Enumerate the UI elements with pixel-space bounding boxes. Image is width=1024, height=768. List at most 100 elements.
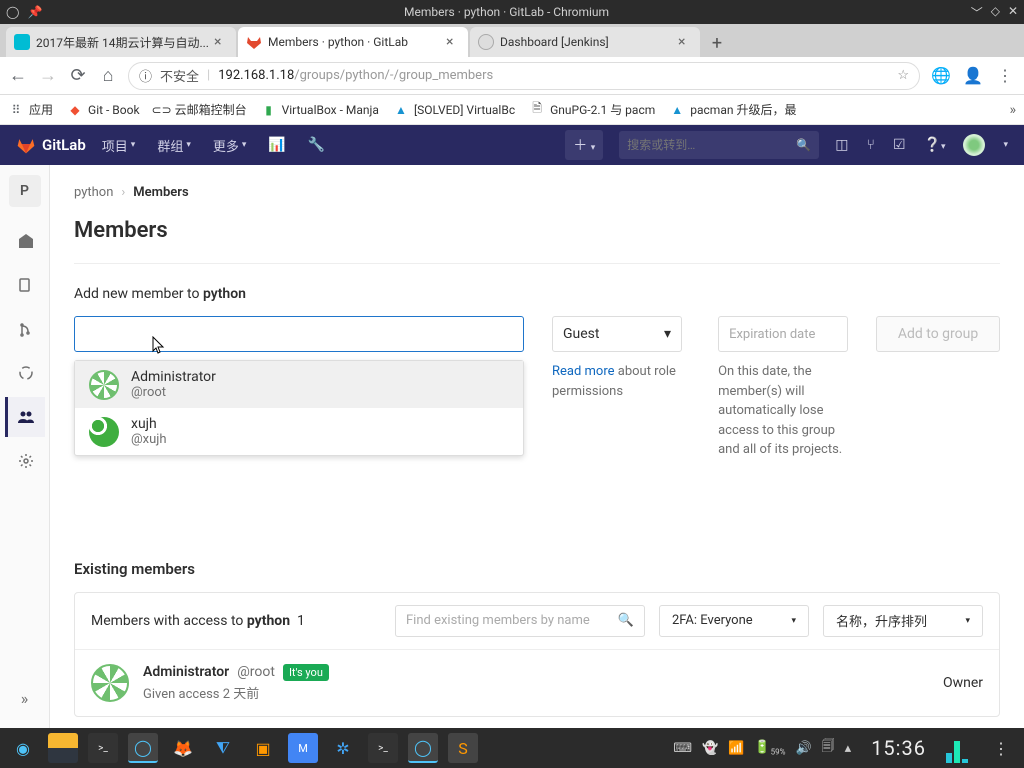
wrench-icon[interactable]: 🔧	[308, 137, 325, 153]
group-avatar[interactable]: P	[9, 175, 41, 207]
member-role: Owner	[943, 675, 983, 691]
bookmark-icon: ▮	[261, 102, 277, 118]
bookmark-item[interactable]: ⊂⊃云邮箱控制台	[154, 101, 247, 118]
bookmark-icon: ▲	[393, 102, 409, 118]
bookmark-icon: ▲	[669, 102, 685, 118]
bookmarks-overflow-icon[interactable]: »	[1009, 102, 1016, 118]
pin-icon: 📌	[27, 5, 42, 19]
find-members-input[interactable]: Find existing members by name 🔍	[395, 605, 645, 637]
member-name: Administrator	[143, 664, 229, 680]
new-tab-button[interactable]: +	[702, 29, 732, 57]
window-close-icon[interactable]: ✕	[1008, 4, 1018, 21]
nav-projects[interactable]: 项目 ▾	[102, 136, 136, 155]
sidebar-overview-icon[interactable]	[5, 221, 45, 261]
wifi-icon[interactable]: 📶	[728, 741, 744, 756]
chromium-taskbar-icon[interactable]: ◯	[128, 733, 158, 763]
bookmark-item[interactable]: ▮VirtualBox - Manja	[261, 102, 379, 118]
system-monitor-icon[interactable]	[946, 733, 976, 763]
taskbar-menu-icon[interactable]: ⋮	[986, 733, 1016, 763]
help-icon[interactable]: ❔▾	[924, 137, 946, 153]
sort-select[interactable]: 名称，升序排列 ▾	[823, 605, 983, 637]
reload-button[interactable]: ⟳	[68, 65, 88, 86]
volume-icon[interactable]: 🔊	[795, 741, 811, 756]
bookmark-item[interactable]: 🗎GnuPG-2.1 与 pacm	[529, 101, 655, 118]
globe-icon[interactable]: 🌐	[930, 66, 952, 85]
tab-close-icon[interactable]: ×	[678, 35, 692, 49]
updates-icon[interactable]: 🗐	[822, 737, 835, 759]
sidebar-collapse-icon[interactable]: »	[5, 678, 45, 718]
bookmark-item[interactable]: ▲pacman 升级后，最	[669, 101, 796, 118]
expiration-input[interactable]: Expiration date	[718, 316, 848, 352]
browser-tab-2[interactable]: Dashboard [Jenkins] ×	[470, 27, 700, 57]
plus-dropdown[interactable]: ＋ ▾	[565, 130, 603, 160]
window-maximize-icon[interactable]: ◇	[991, 4, 1000, 21]
start-menu-button[interactable]: ◉	[8, 733, 38, 763]
back-button[interactable]: ←	[8, 65, 28, 86]
sublime-icon[interactable]: ▣	[248, 733, 278, 763]
filter-2fa-select[interactable]: 2FA: Everyone ▾	[659, 605, 809, 637]
avatar	[89, 370, 119, 400]
chevron-right-icon: ›	[121, 185, 125, 200]
system-tray[interactable]: ⌨ 👻 📶 🔋59% 🔊 🗐 ▴	[673, 737, 851, 759]
bookmark-apps[interactable]: ⠿应用	[8, 101, 53, 118]
sidebar-ci-icon[interactable]	[5, 353, 45, 393]
member-search-input[interactable]	[74, 316, 524, 352]
dropdown-item[interactable]: Administrator @root	[75, 361, 523, 408]
merge-requests-icon[interactable]: ⑂	[867, 137, 875, 153]
tray-icon[interactable]: 👻	[702, 741, 718, 756]
sidebar-issues-icon[interactable]	[5, 265, 45, 305]
issues-icon[interactable]: ◫	[835, 137, 848, 153]
user-avatar[interactable]	[963, 134, 985, 156]
search-input[interactable]	[627, 138, 796, 152]
breadcrumb-group[interactable]: python	[74, 185, 113, 200]
dropdown-user-name: xujh	[131, 416, 167, 432]
tab-title: Members · python · GitLab	[268, 35, 446, 49]
browser-tab-1[interactable]: Members · python · GitLab ×	[238, 27, 468, 57]
home-button[interactable]: ⌂	[98, 65, 118, 86]
tray-arrow-icon[interactable]: ▴	[845, 741, 852, 756]
battery-icon[interactable]: 🔋59%	[754, 740, 785, 757]
browser-tab-0[interactable]: 2017年最新 14期云计算与自动... ×	[6, 27, 236, 57]
bookmark-icon: ◆	[67, 102, 83, 118]
app-icon[interactable]: ✲	[328, 733, 358, 763]
menu-icon[interactable]: ⋮	[994, 66, 1016, 85]
profile-icon[interactable]: 👤	[962, 66, 984, 85]
vscode-icon[interactable]: ⧨	[208, 733, 238, 763]
nav-groups[interactable]: 群组 ▾	[157, 136, 191, 155]
tab-close-icon[interactable]: ×	[446, 35, 460, 49]
dropdown-item[interactable]: xujh @xujh	[75, 408, 523, 455]
tab-close-icon[interactable]: ×	[214, 35, 228, 49]
app-icon[interactable]: M	[288, 733, 318, 763]
forward-button[interactable]: →	[38, 65, 58, 86]
firefox-icon[interactable]: 🦊	[168, 733, 198, 763]
keyboard-icon[interactable]: ⌨	[673, 741, 692, 756]
chevron-down-icon: ▾	[965, 616, 970, 626]
activity-icon[interactable]: 📊	[268, 137, 285, 153]
sidebar-settings-icon[interactable]	[5, 441, 45, 481]
main-content: python › Members Members Add new member …	[50, 165, 1024, 728]
star-icon[interactable]: ☆	[897, 68, 909, 83]
chromium-running-icon[interactable]: ◯	[408, 733, 438, 763]
window-minimize-icon[interactable]: ﹀	[971, 4, 983, 21]
todos-icon[interactable]: ☑	[893, 137, 906, 153]
terminal-running-icon[interactable]: >_	[368, 733, 398, 763]
bookmark-item[interactable]: ◆Git - Book	[67, 102, 140, 118]
sidebar-members-icon[interactable]	[5, 397, 45, 437]
taskview-icon[interactable]	[48, 733, 78, 763]
nav-more[interactable]: 更多 ▾	[213, 136, 247, 155]
page-title: Members	[74, 218, 1000, 264]
global-search[interactable]: 🔍	[619, 131, 819, 159]
bookmark-icon: ⊂⊃	[154, 102, 170, 118]
bookmarks-bar: ⠿应用 ◆Git - Book ⊂⊃云邮箱控制台 ▮VirtualBox - M…	[0, 95, 1024, 125]
sublime-running-icon[interactable]: S	[448, 733, 478, 763]
bookmark-item[interactable]: ▲[SOLVED] VirtualBc	[393, 102, 515, 118]
read-more-link[interactable]: Read more	[552, 364, 615, 379]
sidebar-merge-icon[interactable]	[5, 309, 45, 349]
taskbar-clock[interactable]: 15:36	[861, 736, 936, 760]
browser-tabstrip: 2017年最新 14期云计算与自动... × Members · python …	[0, 24, 1024, 57]
address-bar[interactable]: ⓘ 不安全 | 192.168.1.18/groups/python/-/gro…	[128, 62, 920, 90]
terminal-icon[interactable]: >_	[88, 733, 118, 763]
gitlab-logo[interactable]: GitLab	[16, 135, 86, 155]
role-select[interactable]: Guest ▾	[552, 316, 682, 352]
add-to-group-button[interactable]: Add to group	[876, 316, 1000, 352]
